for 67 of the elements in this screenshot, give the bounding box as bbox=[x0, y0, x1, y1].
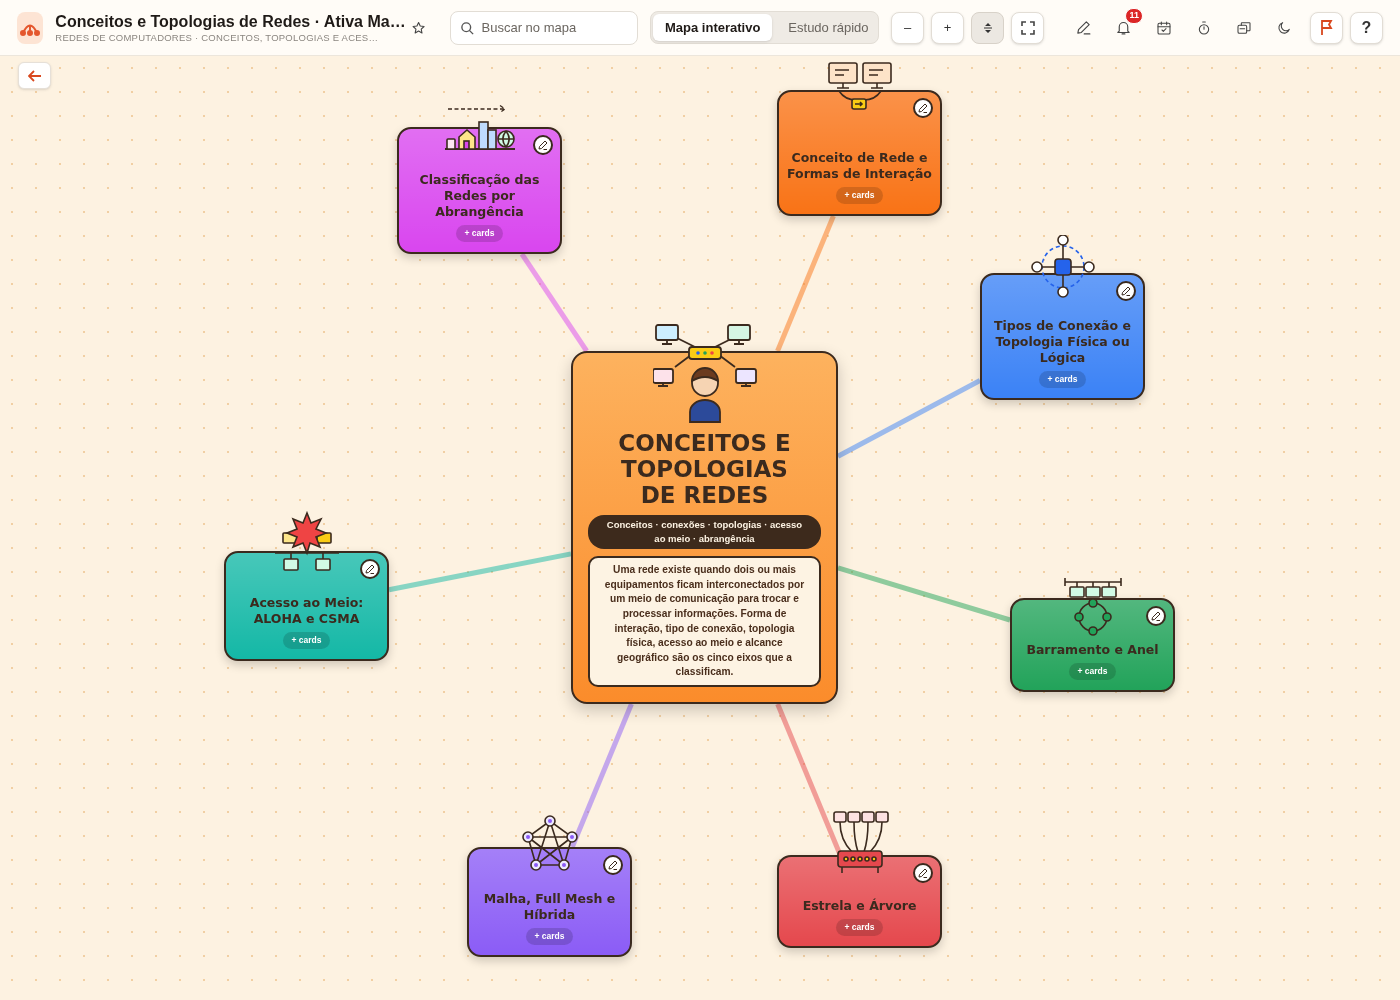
network-person-icon bbox=[652, 323, 757, 423]
edit-button[interactable] bbox=[1146, 606, 1166, 626]
topic-card[interactable]: Malha, Full Mesh e Híbrida + cards bbox=[467, 847, 632, 957]
topic-title: Conceito de Rede e Formas de Interação bbox=[787, 150, 932, 183]
topics-banner: Conceitos · conexões · topologias · acesso ao meio · abrangência bbox=[588, 515, 821, 550]
description-text: Uma rede existe quando dois ou mais equipamentos ficam interconectados por um meio de comunicação para trocar e processar informações. Forma de interação, tipo de conexão, topologia física, acesso ao meio e alcance geográfico são os cinco eixos que a classificam. bbox=[588, 556, 821, 687]
central-card[interactable] bbox=[571, 351, 838, 704]
zoom-button[interactable]: + bbox=[931, 11, 964, 44]
zoom-button[interactable]: – bbox=[891, 11, 924, 44]
pencil-icon bbox=[365, 564, 375, 574]
map-subtitle: REDES DE COMPUTADORES · CONCEITOS, TOPOLOGIAS E ACES… bbox=[55, 31, 380, 44]
topic-title: Estrela e Árvore bbox=[802, 898, 917, 915]
topic-card[interactable]: Acesso ao Meio: ALOHA e CSMA + cards bbox=[224, 551, 389, 661]
edit-button[interactable] bbox=[603, 855, 623, 875]
fullscreen-icon bbox=[1020, 20, 1035, 35]
pencil-icon bbox=[608, 860, 618, 870]
pencil-icon bbox=[538, 140, 548, 150]
bell-icon bbox=[1115, 19, 1132, 36]
buildings-globe-icon bbox=[442, 121, 517, 151]
central-title: CONCEITOS E TOPOLOGIAS DE REDES bbox=[617, 430, 792, 509]
search-icon bbox=[459, 20, 475, 36]
add-cards-button[interactable]: + cards bbox=[456, 225, 503, 242]
back-button[interactable] bbox=[18, 62, 51, 89]
topic-card[interactable]: Classificação das Redes por Abrangência + cards bbox=[397, 127, 562, 254]
collapse-icon bbox=[983, 22, 992, 33]
star-icon[interactable] bbox=[412, 19, 426, 36]
stacked-windows-icon bbox=[1235, 19, 1252, 36]
fit-toggle[interactable] bbox=[971, 11, 1004, 44]
topic-title: Acesso ao Meio: ALOHA e CSMA bbox=[248, 595, 365, 628]
topic-card[interactable]: Barramento e Anel + cards bbox=[1010, 598, 1175, 692]
topic-title: Classificação das Redes por Abrangência bbox=[418, 172, 541, 221]
topic-title: Tipos de Conexão e Topologia Física ou Lógica bbox=[993, 318, 1132, 367]
edit-button[interactable] bbox=[913, 863, 933, 883]
edit-button[interactable] bbox=[1116, 281, 1136, 301]
pencil-icon bbox=[1075, 19, 1092, 36]
add-cards-button[interactable]: + cards bbox=[283, 632, 330, 649]
calendar-icon bbox=[1155, 19, 1172, 36]
edit-button[interactable] bbox=[533, 135, 553, 155]
network-nodes-icon bbox=[1029, 235, 1096, 299]
topic-title: Barramento e Anel bbox=[1026, 642, 1159, 659]
fullscreen-button[interactable] bbox=[1011, 11, 1044, 44]
moon-icon bbox=[1275, 19, 1292, 36]
pencil-icon bbox=[918, 868, 928, 878]
pencil-icon bbox=[1151, 611, 1161, 621]
pencil-icon bbox=[1121, 286, 1131, 296]
add-cards-button[interactable]: + cards bbox=[1069, 663, 1116, 680]
help-button[interactable]: ? bbox=[1350, 11, 1383, 44]
search-field[interactable]: Buscar no mapa bbox=[449, 10, 638, 45]
view-tab[interactable]: Estudo rápido bbox=[776, 14, 881, 41]
back-arrow-icon bbox=[27, 69, 42, 82]
topic-card[interactable]: Estrela e Árvore + cards bbox=[777, 855, 942, 948]
topic-card[interactable]: Conceito de Rede e Formas de Interação + cards bbox=[777, 90, 942, 216]
add-cards-button[interactable]: + cards bbox=[1039, 371, 1086, 388]
topic-title: Malha, Full Mesh e Híbrida bbox=[482, 891, 617, 924]
add-cards-button[interactable]: + cards bbox=[836, 919, 883, 936]
flag-icon bbox=[1319, 19, 1334, 36]
pencil-icon bbox=[918, 103, 928, 113]
dashed-arrow bbox=[447, 104, 507, 114]
notification-badge: 11 bbox=[1125, 7, 1143, 24]
topic-card[interactable]: Tipos de Conexão e Topologia Física ou Lógica + cards bbox=[980, 273, 1145, 400]
edit-button[interactable] bbox=[913, 98, 933, 118]
add-cards-button[interactable]: + cards bbox=[836, 187, 883, 204]
app-logo[interactable] bbox=[17, 11, 44, 44]
view-tab[interactable]: Mapa interativo bbox=[653, 14, 773, 41]
edit-button[interactable] bbox=[360, 559, 380, 579]
flag-button[interactable] bbox=[1310, 11, 1343, 44]
add-cards-button[interactable]: + cards bbox=[526, 928, 573, 945]
